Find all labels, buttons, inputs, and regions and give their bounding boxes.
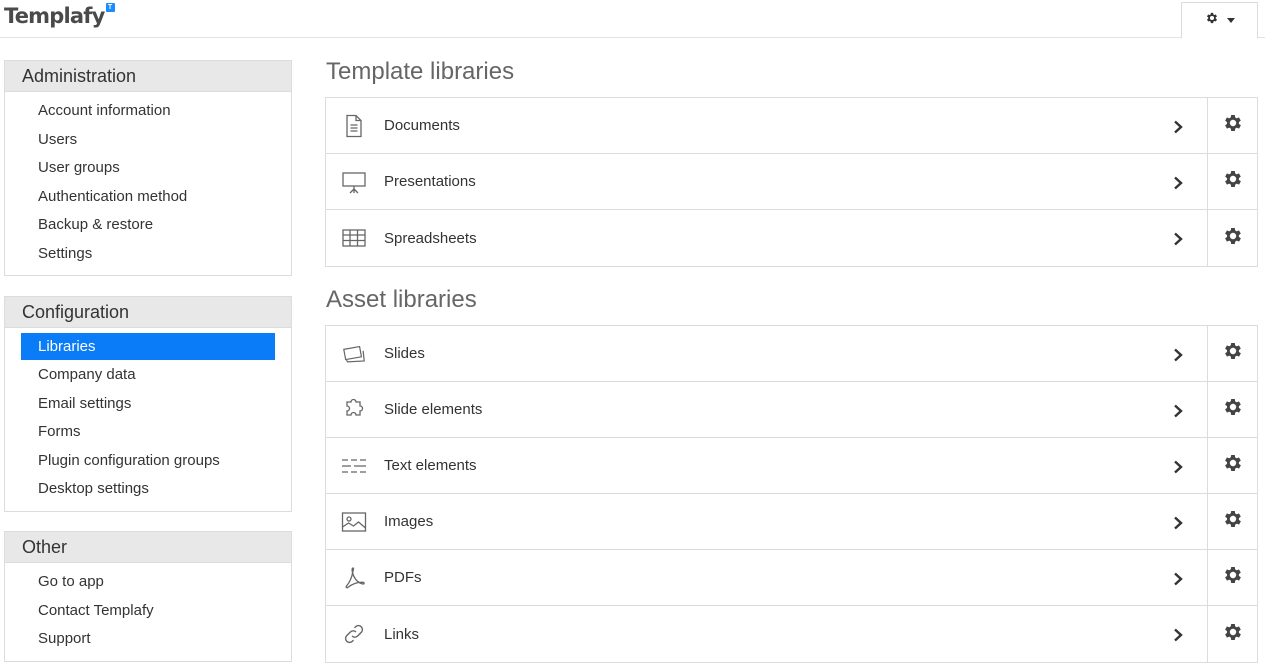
library-row-slide-elements[interactable]: Slide elements: [326, 382, 1257, 438]
top-bar: Templafy T: [0, 0, 1265, 39]
chevron-right-icon[interactable]: [1166, 569, 1190, 589]
asset-libraries-list: Slides Slide elements Text elements Imag…: [325, 325, 1258, 663]
library-settings-button[interactable]: [1207, 326, 1258, 381]
sidebar-item-contact-templafy[interactable]: Contact Templafy: [21, 597, 275, 626]
spreadsheet-icon: [341, 226, 367, 250]
sidebar-item-backup-restore[interactable]: Backup & restore: [21, 211, 275, 240]
gear-icon: [1222, 564, 1244, 591]
library-label: Slide elements: [384, 401, 483, 418]
sidebar-item-user-groups[interactable]: User groups: [21, 154, 275, 183]
sidebar-item-company-data[interactable]: Company data: [21, 361, 275, 390]
puzzle-icon: [341, 398, 367, 422]
library-row-pdfs[interactable]: PDFs: [326, 550, 1257, 606]
library-settings-button[interactable]: [1207, 606, 1258, 662]
chevron-right-icon[interactable]: [1166, 117, 1190, 137]
library-settings-button[interactable]: [1207, 438, 1258, 493]
gear-icon: [1222, 508, 1244, 535]
slides-icon: [341, 342, 367, 366]
text-lines-icon: [341, 454, 367, 478]
chevron-right-icon[interactable]: [1166, 513, 1190, 533]
library-label: Links: [384, 625, 420, 643]
gear-icon: [1222, 621, 1244, 648]
library-label: Presentations: [384, 173, 476, 190]
chevron-right-icon[interactable]: [1166, 625, 1190, 645]
administration-header: Administration: [5, 61, 291, 92]
library-label: Images: [384, 513, 434, 530]
sidebar-item-desktop-settings[interactable]: Desktop settings: [21, 475, 275, 504]
template-libraries-list: Documents Presentations Spreadsheets: [325, 97, 1258, 267]
asset-libraries-title: Asset libraries: [326, 286, 477, 313]
configuration-header: Configuration: [5, 297, 291, 328]
sidebar-item-authentication-method[interactable]: Authentication method: [21, 183, 275, 212]
library-row-text-elements[interactable]: Text elements: [326, 438, 1257, 494]
library-settings-button[interactable]: [1207, 494, 1258, 549]
configuration-panel: Configuration Libraries Company data Ema…: [4, 296, 292, 512]
sidebar-item-forms[interactable]: Forms: [21, 418, 275, 447]
settings-dropdown-button[interactable]: [1181, 2, 1258, 39]
sidebar-item-support[interactable]: Support: [21, 625, 275, 654]
library-label: PDFs: [384, 569, 422, 586]
templafy-logo[interactable]: Templafy T: [4, 3, 115, 29]
gear-icon: [1222, 452, 1244, 479]
library-settings-button[interactable]: [1207, 210, 1258, 266]
library-label: Spreadsheets: [384, 229, 477, 247]
gear-icon: [1222, 340, 1244, 367]
gear-icon: [1222, 168, 1244, 195]
chevron-right-icon[interactable]: [1166, 345, 1190, 365]
gear-icon: [1222, 225, 1244, 252]
sidebar-item-libraries[interactable]: Libraries: [21, 333, 275, 360]
administration-panel: Administration Account information Users…: [4, 60, 292, 276]
sidebar-item-email-settings[interactable]: Email settings: [21, 390, 275, 419]
link-icon: [341, 622, 367, 646]
library-settings-button[interactable]: [1207, 382, 1258, 437]
library-settings-button[interactable]: [1207, 550, 1258, 605]
chevron-right-icon[interactable]: [1166, 457, 1190, 477]
logo-badge: T: [105, 3, 115, 12]
other-panel: Other Go to app Contact Templafy Support: [4, 531, 292, 662]
presentation-icon: [341, 170, 367, 194]
library-row-images[interactable]: Images: [326, 494, 1257, 550]
library-label: Slides: [384, 345, 425, 362]
pdf-icon: [341, 566, 367, 590]
chevron-right-icon[interactable]: [1166, 173, 1190, 193]
chevron-down-icon: [1226, 18, 1235, 23]
gear-icon: [1222, 396, 1244, 423]
other-header: Other: [5, 532, 291, 563]
image-icon: [341, 510, 367, 534]
gear-icon: [1222, 112, 1244, 139]
library-label: Text elements: [384, 457, 477, 474]
library-row-presentations[interactable]: Presentations: [326, 154, 1257, 210]
sidebar-item-settings[interactable]: Settings: [21, 240, 275, 269]
library-settings-button[interactable]: [1207, 98, 1258, 153]
library-settings-button[interactable]: [1207, 154, 1258, 209]
chevron-right-icon[interactable]: [1166, 229, 1190, 249]
sidebar-item-plugin-configuration-groups[interactable]: Plugin configuration groups: [21, 447, 275, 476]
document-icon: [341, 114, 367, 138]
library-row-documents[interactable]: Documents: [326, 98, 1257, 154]
sidebar-item-account-information[interactable]: Account information: [21, 97, 275, 126]
library-row-links[interactable]: Links: [326, 606, 1257, 662]
library-label: Documents: [384, 117, 460, 134]
gear-icon: [1205, 11, 1219, 30]
library-row-spreadsheets[interactable]: Spreadsheets: [326, 210, 1257, 266]
sidebar-item-go-to-app[interactable]: Go to app: [21, 568, 275, 597]
template-libraries-title: Template libraries: [326, 58, 515, 85]
sidebar-item-users[interactable]: Users: [21, 126, 275, 155]
chevron-right-icon[interactable]: [1166, 401, 1190, 421]
logo-text: Templafy: [4, 4, 105, 28]
library-row-slides[interactable]: Slides: [326, 326, 1257, 382]
